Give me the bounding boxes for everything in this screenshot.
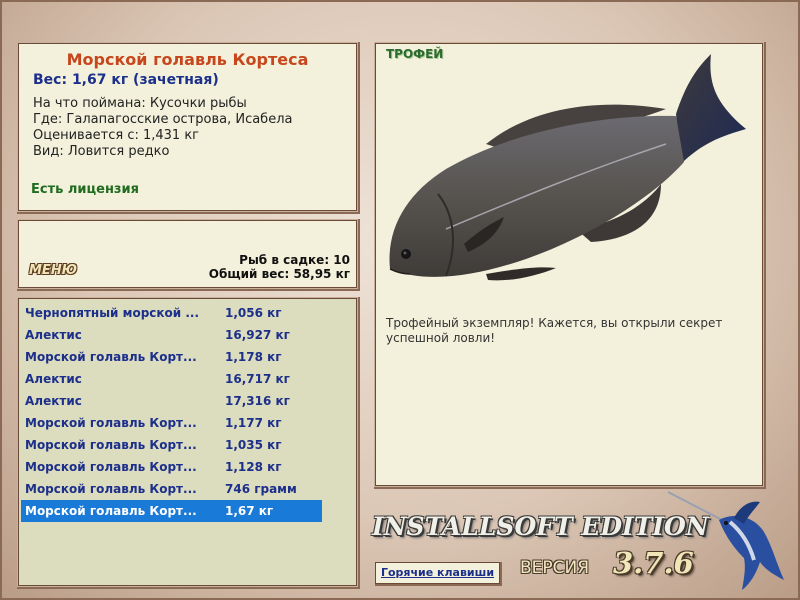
value-line: Оценивается с: 1,431 кг (33, 128, 200, 143)
catch-name: Морской голавль Корт... (25, 416, 197, 430)
hotkeys-button[interactable]: Горячие клавиши (375, 562, 500, 584)
catch-weight: 16,927 кг (225, 328, 290, 342)
edition-title: INSTALLSOFT EDITION (372, 512, 709, 541)
trophy-description: Трофейный экземпляр! Кажется, вы открыли… (386, 316, 723, 345)
place-line: Где: Галапагосские острова, Исабела (33, 112, 293, 127)
fish-count-stat: Рыб в садке: 10 (239, 253, 350, 267)
catch-weight: 746 грамм (225, 482, 297, 496)
fish-image (389, 54, 746, 281)
bait-line: На что поймана: Кусочки рыбы (33, 96, 247, 111)
catch-name: Морской голавль Корт... (25, 460, 197, 474)
catch-list: Чернопятный морской ... 1,056 кг Алектис… (18, 298, 357, 586)
catch-weight: 1,67 кг (225, 504, 274, 518)
list-item[interactable]: Алектис 16,927 кг (21, 324, 322, 346)
list-item[interactable]: Чернопятный морской ... 1,056 кг (21, 302, 322, 324)
total-weight-stat: Общий вес: 58,95 кг (208, 267, 350, 281)
list-item[interactable]: Морской голавль Корт... 1,178 кг (21, 346, 322, 368)
catch-name: Алектис (25, 394, 82, 408)
menu-button[interactable]: МЕНЮ (29, 263, 77, 278)
catch-name: Алектис (25, 372, 82, 386)
list-item[interactable]: Морской голавль Корт... 1,035 кг (21, 434, 322, 456)
catch-weight: 1,056 кг (225, 306, 282, 320)
catch-name: Чернопятный морской ... (25, 306, 200, 320)
list-item[interactable]: Алектис 17,316 кг (21, 390, 322, 412)
license-status: Есть лицензия (31, 182, 139, 197)
version-label: ВЕРСИЯ (520, 558, 590, 578)
catch-weight: 1,128 кг (225, 460, 282, 474)
catch-name: Алектис (25, 328, 82, 342)
fish-weight: Вес: 1,67 кг (зачетная) (33, 72, 219, 88)
fish-info-panel: Морской голавль Кортеса Вес: 1,67 кг (за… (18, 43, 357, 211)
list-item-selected[interactable]: Морской голавль Корт... 1,67 кг (21, 500, 322, 522)
catch-weight: 1,177 кг (225, 416, 282, 430)
list-item[interactable]: Алектис 16,717 кг (21, 368, 322, 390)
list-item[interactable]: Морской голавль Корт... 1,128 кг (21, 456, 322, 478)
list-item[interactable]: Морской голавль Корт... 1,177 кг (21, 412, 322, 434)
kind-line: Вид: Ловится редко (33, 144, 170, 159)
catch-weight: 17,316 кг (225, 394, 290, 408)
catch-weight: 16,717 кг (225, 372, 290, 386)
menu-panel: МЕНЮ Рыб в садке: 10 Общий вес: 58,95 кг (18, 220, 357, 288)
catch-name: Морской голавль Корт... (25, 482, 197, 496)
catch-weight: 1,035 кг (225, 438, 282, 452)
catch-name: Морской голавль Корт... (25, 438, 197, 452)
fish-title: Морской голавль Кортеса (66, 50, 309, 69)
trophy-panel: ТРОФЕЙ Трофейный экземпляр! Кажется, вы … (375, 43, 763, 486)
catch-weight: 1,178 кг (225, 350, 282, 364)
list-item[interactable]: Морской голавль Корт... 746 грамм (21, 478, 322, 500)
marlin-logo (667, 491, 784, 590)
catch-name: Морской голавль Корт... (25, 504, 197, 518)
catch-name: Морской голавль Корт... (25, 350, 197, 364)
